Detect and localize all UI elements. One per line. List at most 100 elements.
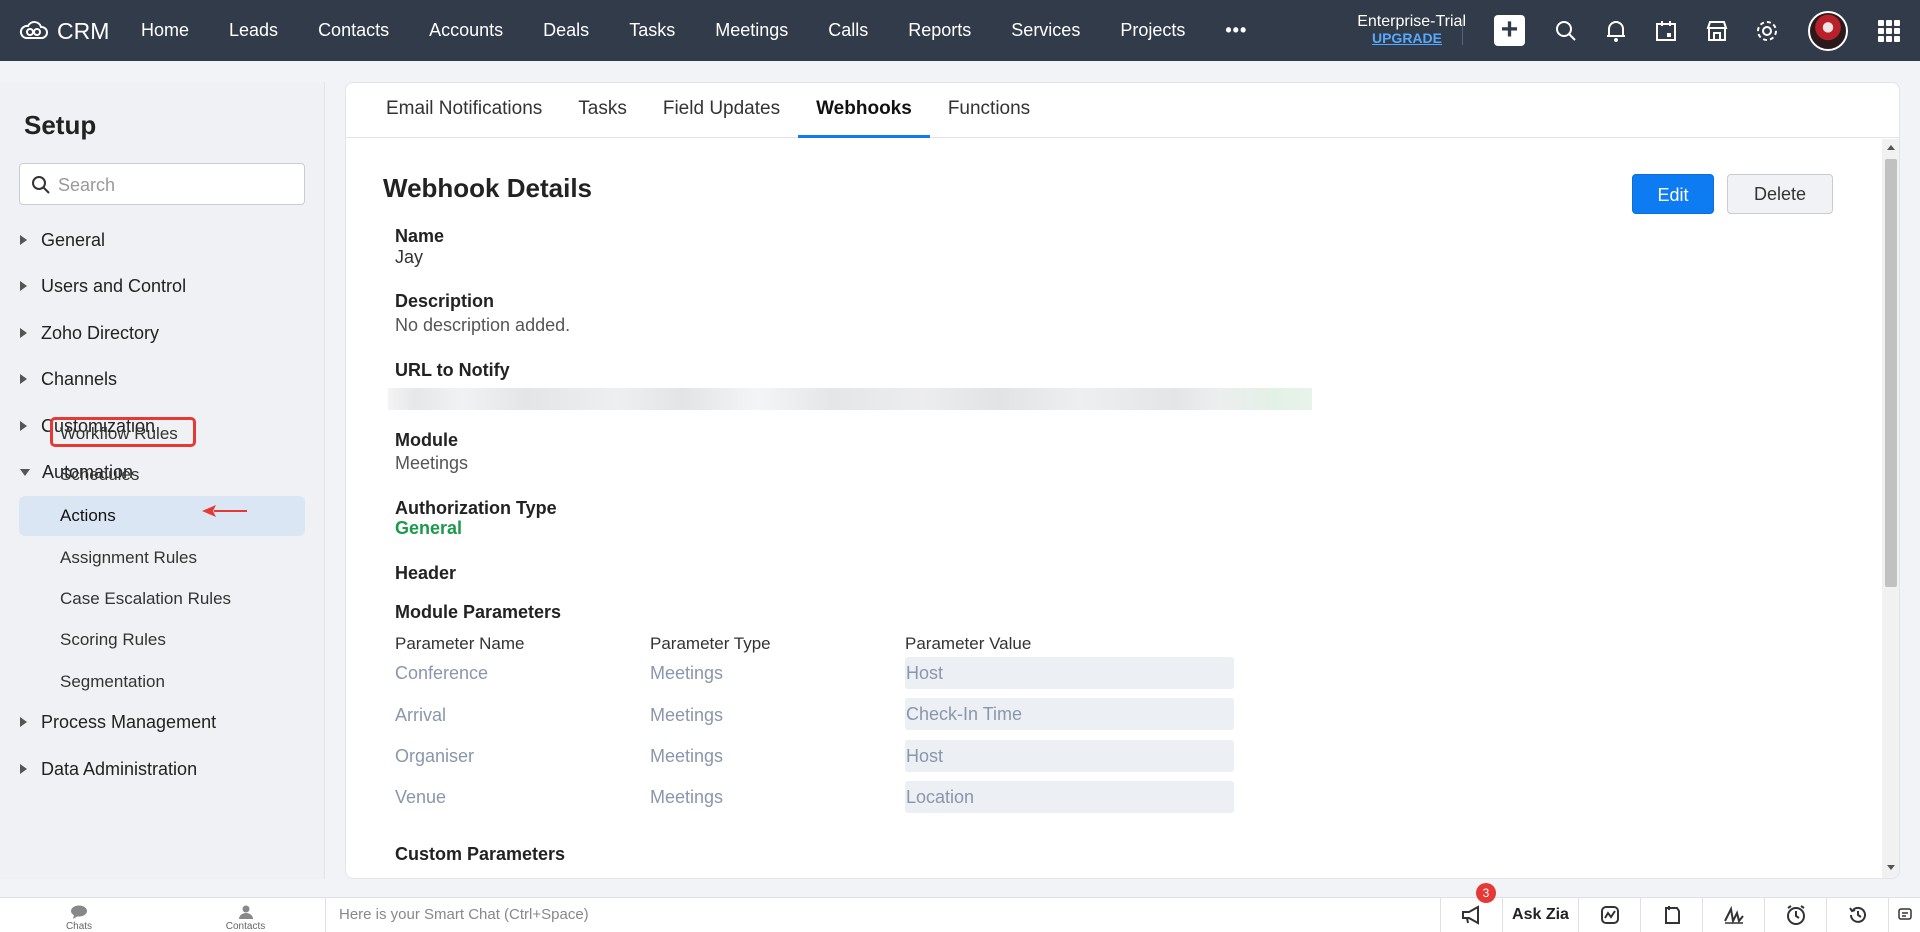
expand-arrow-icon bbox=[20, 717, 27, 727]
redacted-url-value bbox=[388, 388, 1312, 410]
top-navigation-bar: CRM Home Leads Contacts Accounts Deals T… bbox=[0, 0, 1920, 61]
sidebar-item-actions[interactable]: Actions bbox=[60, 501, 116, 531]
smart-chat-input[interactable]: Here is your Smart Chat (Ctrl+Space) bbox=[325, 897, 1440, 932]
sidebar-item-users[interactable]: Users and Control bbox=[20, 271, 186, 301]
user-avatar[interactable] bbox=[1808, 11, 1848, 51]
sidebar-item-assignment-rules[interactable]: Assignment Rules bbox=[60, 543, 197, 573]
nav-accounts[interactable]: Accounts bbox=[409, 20, 523, 41]
nav-tasks[interactable]: Tasks bbox=[609, 20, 695, 41]
scroll-down-icon[interactable] bbox=[1887, 865, 1895, 870]
nav-services[interactable]: Services bbox=[991, 20, 1100, 41]
param-name: Conference bbox=[395, 663, 489, 683]
setup-sidebar: Setup Search General Users and Control Z… bbox=[0, 82, 325, 879]
app-name: CRM bbox=[57, 17, 110, 44]
sidebar-item-process-management[interactable]: Process Management bbox=[20, 707, 216, 737]
module-value: Meetings bbox=[395, 453, 469, 473]
param-name: Organiser bbox=[395, 746, 475, 766]
ask-zia-button[interactable]: Ask Zia bbox=[1502, 897, 1578, 932]
nav-contacts[interactable]: Contacts bbox=[298, 20, 409, 41]
delete-button[interactable]: Delete bbox=[1727, 174, 1833, 214]
sidebar-item-case-escalation-rules[interactable]: Case Escalation Rules bbox=[60, 584, 231, 614]
signature-button[interactable] bbox=[1702, 897, 1764, 932]
nav-meetings[interactable]: Meetings bbox=[695, 20, 808, 41]
sidebar-item-schedules[interactable]: Schedules bbox=[60, 460, 139, 490]
more-tools-button[interactable] bbox=[1888, 897, 1920, 932]
alarm-button[interactable] bbox=[1764, 897, 1826, 932]
megaphone-icon bbox=[1461, 904, 1479, 925]
expand-arrow-icon bbox=[20, 328, 27, 338]
chat-bubble-icon bbox=[71, 905, 87, 919]
description-label: Description bbox=[395, 291, 495, 311]
tab-functions[interactable]: Functions bbox=[930, 83, 1048, 138]
module-label: Module bbox=[395, 430, 458, 450]
notification-count-badge: 3 bbox=[1476, 883, 1496, 903]
note-pad-icon bbox=[1664, 905, 1680, 924]
param-value-field: Check-In Time bbox=[905, 698, 1234, 730]
sidebar-item-segmentation[interactable]: Segmentation bbox=[60, 667, 165, 697]
sidebar-item-zoho-directory[interactable]: Zoho Directory bbox=[20, 318, 159, 348]
collapse-arrow-icon bbox=[20, 468, 30, 476]
nav-deals[interactable]: Deals bbox=[523, 20, 609, 41]
sidebar-item-label: Zoho Directory bbox=[41, 322, 160, 343]
sidebar-item-data-administration[interactable]: Data Administration bbox=[20, 754, 197, 784]
announcements-button[interactable] bbox=[1440, 897, 1502, 932]
gear-icon[interactable] bbox=[1754, 18, 1780, 44]
sidebar-item-general[interactable]: General bbox=[20, 225, 105, 255]
name-label: Name bbox=[395, 226, 445, 246]
scrollbar-thumb[interactable] bbox=[1885, 159, 1897, 587]
divider bbox=[1462, 19, 1463, 45]
name-value: Jay bbox=[395, 247, 424, 267]
create-plus-button[interactable]: + bbox=[1494, 15, 1525, 46]
webhook-details-panel: Email Notifications Tasks Field Updates … bbox=[345, 82, 1900, 879]
nav-calls[interactable]: Calls bbox=[808, 20, 888, 41]
plan-name: Enterprise-Trial bbox=[1357, 13, 1466, 30]
history-button[interactable] bbox=[1826, 897, 1888, 932]
apps-grid-icon[interactable] bbox=[1878, 20, 1900, 42]
tab-webhooks[interactable]: Webhooks bbox=[798, 83, 930, 138]
param-value-header: Parameter Value bbox=[905, 634, 1032, 653]
expand-arrow-icon bbox=[20, 235, 27, 245]
notes-button[interactable] bbox=[1640, 897, 1702, 932]
sidebar-item-workflow-rules[interactable]: Workflow Rules bbox=[60, 419, 178, 449]
calendar-icon[interactable] bbox=[1653, 18, 1679, 44]
nav-projects[interactable]: Projects bbox=[1100, 20, 1205, 41]
param-name: Arrival bbox=[395, 705, 447, 725]
crm-logo[interactable]: CRM bbox=[18, 14, 109, 48]
nav-leads[interactable]: Leads bbox=[209, 20, 298, 41]
tab-email-notifications[interactable]: Email Notifications bbox=[368, 83, 560, 138]
tab-field-updates[interactable]: Field Updates bbox=[645, 83, 798, 138]
marketplace-icon[interactable] bbox=[1704, 18, 1730, 44]
param-name-header: Parameter Name bbox=[395, 634, 525, 653]
edit-button[interactable]: Edit bbox=[1632, 174, 1714, 214]
param-name: Venue bbox=[395, 787, 447, 807]
alarm-clock-icon bbox=[1786, 904, 1805, 925]
history-clock-icon bbox=[1848, 906, 1866, 923]
bell-icon[interactable] bbox=[1603, 18, 1629, 44]
custom-parameters-label: Custom Parameters bbox=[395, 844, 566, 864]
expand-arrow-icon bbox=[20, 421, 27, 431]
expand-arrow-icon bbox=[20, 374, 27, 384]
param-type: Meetings bbox=[650, 663, 724, 683]
signature-icon bbox=[1723, 905, 1744, 924]
search-icon[interactable] bbox=[1553, 18, 1579, 44]
sidebar-item-label: General bbox=[41, 229, 106, 250]
chats-button[interactable]: Chats bbox=[62, 905, 96, 932]
upgrade-link[interactable]: UPGRADE bbox=[1318, 30, 1466, 47]
main-nav: Home Leads Contacts Accounts Deals Tasks… bbox=[121, 0, 1267, 61]
more-menu-button[interactable]: ••• bbox=[1205, 20, 1267, 41]
nav-home[interactable]: Home bbox=[121, 20, 209, 41]
sidebar-item-scoring-rules[interactable]: Scoring Rules bbox=[60, 625, 166, 655]
authorization-type-value: General bbox=[395, 518, 463, 538]
sidebar-search-input[interactable]: Search bbox=[19, 163, 305, 205]
tab-tasks[interactable]: Tasks bbox=[560, 83, 645, 138]
sidebar-item-channels[interactable]: Channels bbox=[20, 364, 117, 394]
scroll-up-icon[interactable] bbox=[1887, 145, 1895, 150]
chat-icon bbox=[1897, 907, 1912, 920]
param-type: Meetings bbox=[650, 705, 724, 725]
contacts-button[interactable]: Contacts bbox=[223, 905, 268, 932]
url-label: URL to Notify bbox=[395, 360, 510, 380]
nav-reports[interactable]: Reports bbox=[888, 20, 991, 41]
line-chart-icon bbox=[1600, 905, 1619, 924]
expand-arrow-icon bbox=[20, 281, 27, 291]
analytics-button[interactable] bbox=[1578, 897, 1640, 932]
